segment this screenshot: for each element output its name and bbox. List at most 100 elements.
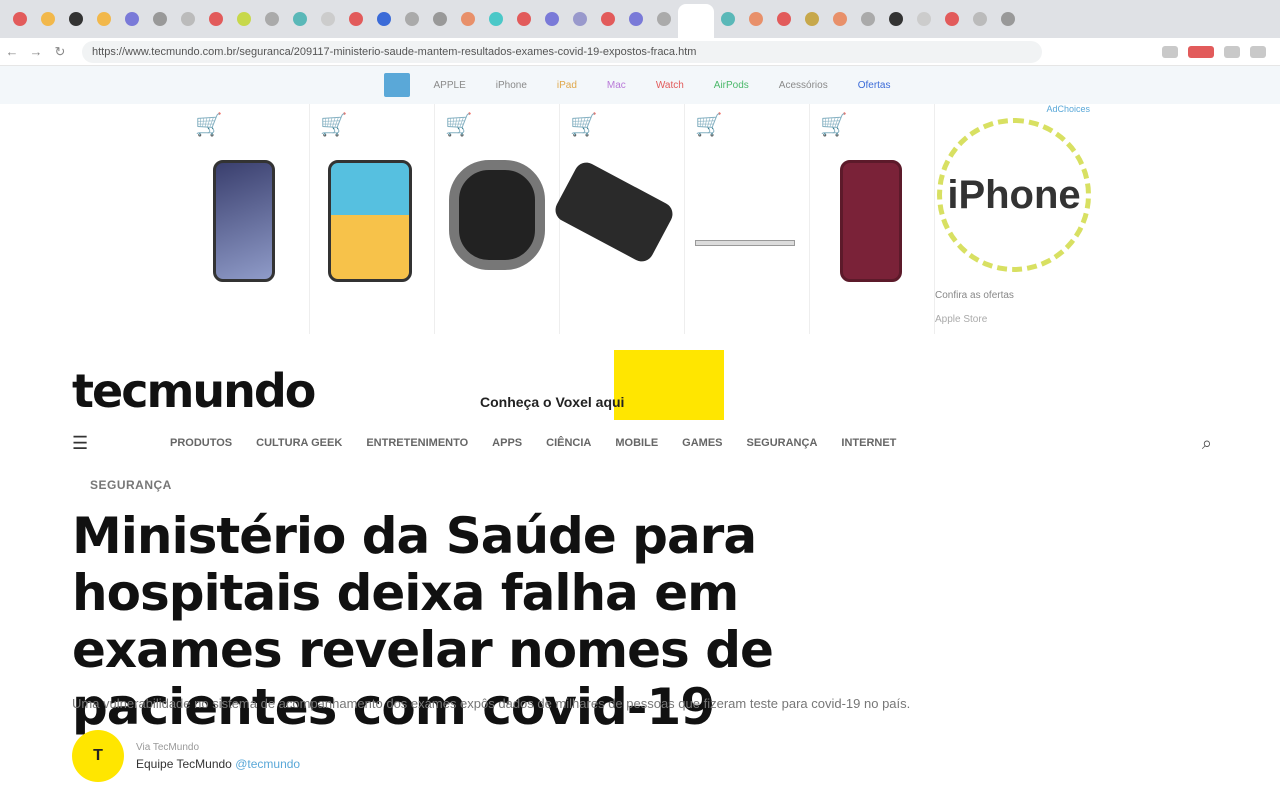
browser-tab[interactable] — [118, 5, 146, 33]
cart-icon[interactable]: 🛒 — [695, 112, 722, 138]
nav-link[interactable]: Apps — [492, 437, 522, 449]
ad-nav-item[interactable]: Mac — [601, 78, 632, 93]
ad-nav-item[interactable]: Watch — [650, 78, 690, 93]
tab-favicon-icon — [657, 12, 671, 26]
browser-tab[interactable] — [538, 5, 566, 33]
browser-tab[interactable] — [90, 5, 118, 33]
address-bar[interactable]: https://www.tecmundo.com.br/seguranca/20… — [82, 40, 1042, 63]
voxel-cta[interactable]: Conheça o Voxel aqui — [480, 350, 790, 420]
reload-icon[interactable]: ↻ — [48, 40, 72, 64]
profile-icon[interactable] — [1224, 45, 1240, 58]
browser-tab[interactable] — [314, 5, 342, 33]
browser-tab[interactable] — [854, 5, 882, 33]
iphone-promo-badge: iPhone — [937, 118, 1091, 272]
hamburger-menu-icon[interactable]: ☰ — [72, 433, 98, 454]
browser-tab[interactable] — [426, 5, 454, 33]
browser-tab[interactable] — [454, 5, 482, 33]
search-icon[interactable]: ⌕ — [1202, 433, 1212, 454]
browser-tab[interactable] — [6, 5, 34, 33]
cart-icon[interactable]: 🛒 — [570, 112, 597, 138]
star-icon[interactable] — [1162, 45, 1178, 58]
tab-favicon-icon — [889, 12, 903, 26]
browser-tab[interactable] — [594, 5, 622, 33]
tab-favicon-icon — [237, 12, 251, 26]
cta-highlight — [614, 350, 724, 420]
back-icon[interactable]: ← — [0, 40, 24, 64]
extension-icon[interactable] — [1188, 45, 1214, 58]
ad-product[interactable]: 🛒 — [685, 104, 810, 334]
browser-tab[interactable] — [910, 5, 938, 33]
tab-favicon-icon — [917, 12, 931, 26]
menu-dots-icon[interactable] — [1250, 45, 1266, 58]
tab-favicon-icon — [405, 12, 419, 26]
tab-favicon-icon — [833, 12, 847, 26]
author-source: Via TecMundo — [136, 741, 200, 753]
site-logo[interactable]: tecmundo — [72, 364, 316, 418]
browser-tab[interactable] — [342, 5, 370, 33]
tab-favicon-icon — [433, 12, 447, 26]
ad-product[interactable]: 🛒 — [185, 104, 310, 334]
forward-icon[interactable]: → — [24, 40, 48, 64]
nav-link[interactable]: Cultura Geek — [256, 437, 342, 449]
ad-promo[interactable]: iPhone Confira as ofertas Apple Store — [935, 104, 1105, 334]
browser-tab[interactable] — [202, 5, 230, 33]
browser-tab[interactable] — [286, 5, 314, 33]
tab-favicon-icon — [181, 12, 195, 26]
browser-tab[interactable] — [34, 5, 62, 33]
browser-tab[interactable] — [678, 4, 714, 38]
nav-link[interactable]: Segurança — [747, 437, 818, 449]
browser-tab[interactable] — [966, 5, 994, 33]
nav-link[interactable]: Entretenimento — [366, 437, 468, 449]
browser-tab[interactable] — [174, 5, 202, 33]
ad-product[interactable]: 🛒 — [551, 104, 685, 334]
browser-tab[interactable] — [230, 5, 258, 33]
browser-tab[interactable] — [650, 5, 678, 33]
browser-tab[interactable] — [826, 5, 854, 33]
nav-link[interactable]: Ciência — [546, 437, 591, 449]
ad-logo[interactable] — [383, 73, 410, 97]
browser-tab[interactable] — [566, 5, 594, 33]
nav-link[interactable]: Games — [682, 437, 722, 449]
ad-product[interactable]: 🛒 — [310, 104, 435, 334]
author-avatar[interactable]: T — [72, 730, 124, 782]
browser-tab[interactable] — [146, 5, 174, 33]
browser-tab[interactable] — [994, 5, 1022, 33]
author-handle[interactable]: @tecmundo — [235, 757, 300, 771]
cart-icon[interactable]: 🛒 — [445, 112, 472, 138]
browser-tab[interactable] — [258, 5, 286, 33]
browser-tab[interactable] — [622, 5, 650, 33]
author-name[interactable]: Equipe TecMundo — [136, 757, 232, 771]
nav-link[interactable]: Internet — [841, 437, 896, 449]
cart-icon[interactable]: 🛒 — [820, 112, 847, 138]
browser-tab[interactable] — [742, 5, 770, 33]
browser-tab[interactable] — [398, 5, 426, 33]
ad-nav-item[interactable]: Ofertas — [852, 78, 897, 93]
tab-favicon-icon — [601, 12, 615, 26]
tab-favicon-icon — [321, 12, 335, 26]
browser-tab[interactable] — [770, 5, 798, 33]
author-block: T Via TecMundo Equipe TecMundo @tecmundo — [72, 730, 300, 782]
ad-product[interactable]: 🛒 — [435, 104, 560, 334]
article-category[interactable]: Segurança — [90, 478, 172, 492]
nav-link[interactable]: Produtos — [170, 437, 232, 449]
browser-tab[interactable] — [510, 5, 538, 33]
browser-tab[interactable] — [62, 5, 90, 33]
cart-icon[interactable]: 🛒 — [195, 112, 222, 138]
ad-product[interactable]: 🛒 — [810, 104, 935, 334]
browser-tab[interactable] — [482, 5, 510, 33]
promo-caption-secondary: Apple Store — [935, 314, 988, 325]
browser-tab[interactable] — [938, 5, 966, 33]
ad-nav-item[interactable]: iPhone — [490, 78, 533, 93]
nav-link[interactable]: Mobile — [615, 437, 658, 449]
cart-icon[interactable]: 🛒 — [320, 112, 347, 138]
browser-tab[interactable] — [714, 5, 742, 33]
ad-nav-item[interactable]: APPLE — [428, 78, 472, 93]
browser-tab[interactable] — [798, 5, 826, 33]
author-byline[interactable]: Equipe TecMundo @tecmundo — [136, 757, 300, 771]
browser-tab[interactable] — [370, 5, 398, 33]
ad-nav-item[interactable]: AirPods — [708, 78, 755, 93]
tab-favicon-icon — [1001, 12, 1015, 26]
ad-nav-item[interactable]: Acessórios — [773, 78, 834, 93]
browser-tab[interactable] — [882, 5, 910, 33]
ad-nav-item[interactable]: iPad — [551, 78, 583, 93]
